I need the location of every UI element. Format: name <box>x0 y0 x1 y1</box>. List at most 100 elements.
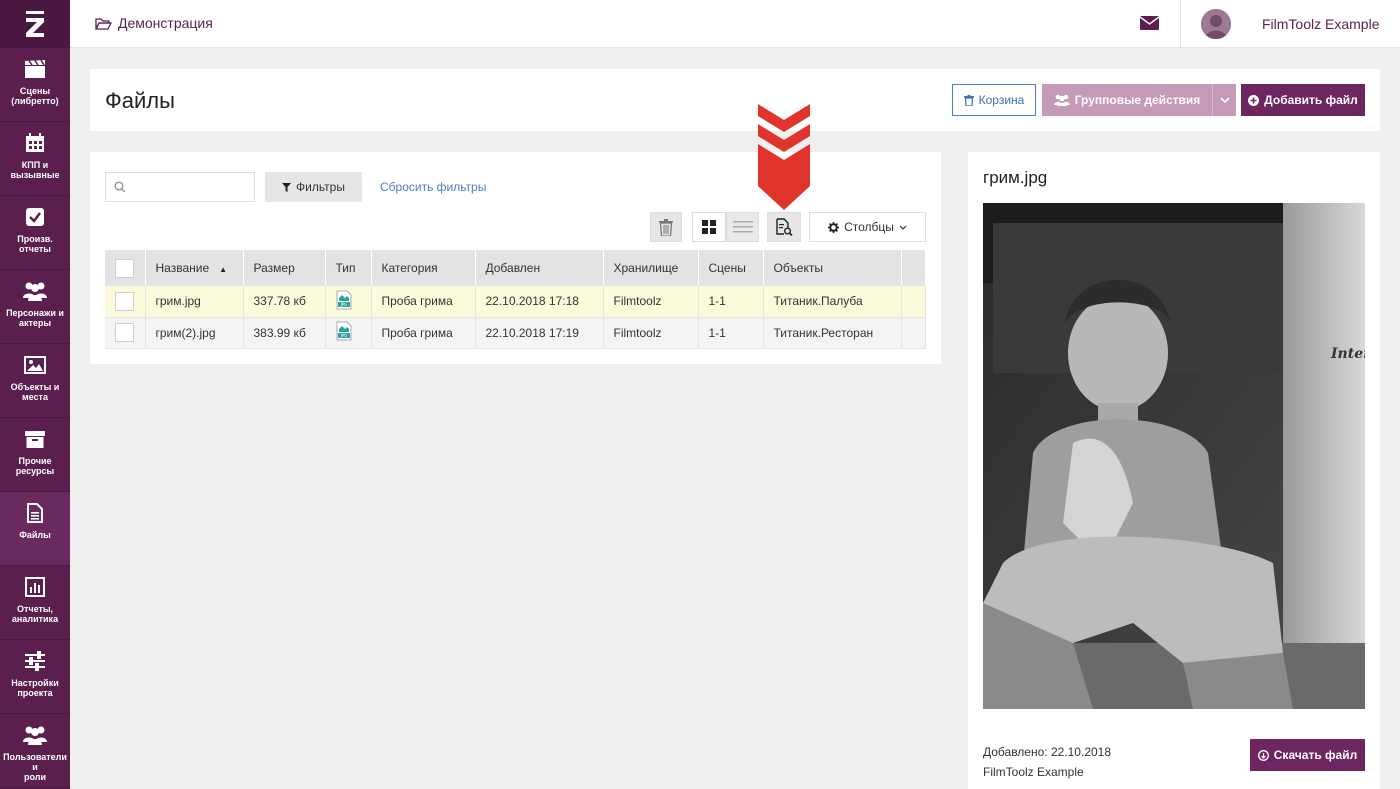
cell-spacer <box>901 286 926 318</box>
image-icon <box>24 356 46 374</box>
download-label: Скачать файл <box>1273 748 1358 762</box>
column-header-category[interactable]: Категория <box>371 250 476 286</box>
select-all-checkbox[interactable] <box>115 258 134 278</box>
cell-objects: Титаник.Палуба <box>763 286 902 318</box>
add-file-button[interactable]: Добавить файл <box>1241 84 1365 116</box>
delete-button[interactable] <box>650 212 682 242</box>
reset-filters-link[interactable]: Сбросить фильтры <box>380 180 486 194</box>
preview-added-date: Добавлено: 22.10.2018 <box>983 745 1112 759</box>
breadcrumb-project[interactable]: Демонстрация <box>118 15 213 31</box>
sidebar-item-reports[interactable]: Произв. отчеты <box>0 196 70 270</box>
trash-icon <box>963 94 974 106</box>
add-file-label: Добавить файл <box>1264 93 1358 107</box>
sidebar-item-analytics[interactable]: Отчеты, аналитика <box>0 566 70 640</box>
table-row[interactable]: грим.jpg 337.78 кб JPG Проба грима 22.10… <box>105 286 926 318</box>
bar-chart-icon <box>25 577 45 597</box>
sidebar-item-label: Произв. отчеты <box>17 234 53 254</box>
cell-added: 22.10.2018 17:18 <box>475 286 604 318</box>
column-header-storage[interactable]: Хранилище <box>603 250 699 286</box>
sort-asc-icon: ▲ <box>219 265 228 274</box>
gear-icon <box>828 221 840 233</box>
sidebar-item-objects[interactable]: Объекты и места <box>0 344 70 418</box>
cell-size: 337.78 кб <box>243 286 326 318</box>
topbar: Демонстрация FilmToolz Example <box>70 0 1400 48</box>
app-logo[interactable] <box>0 0 70 48</box>
group-actions-dropdown[interactable] <box>1212 84 1236 116</box>
trash-icon <box>659 218 673 236</box>
sidebar-item-users[interactable]: Пользователи и роли <box>0 714 70 788</box>
download-circle-icon <box>1257 749 1269 761</box>
jpg-file-icon: JPG <box>336 321 351 341</box>
archive-box-icon <box>25 431 45 448</box>
checkbox-icon <box>26 208 44 226</box>
sidebar: Сцены (либретто) КПП и вызывные Произв. … <box>0 0 70 789</box>
search-icon <box>114 181 126 193</box>
filters-button[interactable]: Фильтры <box>265 172 362 202</box>
folder-open-icon <box>95 17 112 30</box>
chevron-down-icon <box>1219 97 1230 103</box>
breadcrumb[interactable]: Демонстрация <box>95 15 213 31</box>
sliders-icon <box>25 651 45 671</box>
cell-storage: Filmtoolz <box>603 286 699 318</box>
cell-type: JPG <box>325 286 372 318</box>
svg-text:JPG: JPG <box>339 302 347 307</box>
file-preview-panel: грим.jpg Inter <box>968 152 1380 789</box>
sidebar-item-resources[interactable]: Прочие ресурсы <box>0 418 70 492</box>
column-label: Название <box>155 261 210 275</box>
preview-title: грим.jpg <box>983 168 1048 187</box>
column-header-scenes[interactable]: Сцены <box>698 250 764 286</box>
photo-text: Inter <box>1330 346 1365 362</box>
list-view-toggle[interactable] <box>726 212 759 242</box>
avatar[interactable] <box>1201 9 1231 39</box>
search-input[interactable] <box>105 172 255 202</box>
list-icon <box>732 221 753 233</box>
preview-author: FilmToolz Example <box>983 765 1084 779</box>
columns-label: Столбцы <box>844 220 894 234</box>
red-arrow-marker-icon <box>758 104 810 210</box>
sidebar-item-label: Файлы <box>19 530 51 540</box>
cell-name: грим(2).jpg <box>145 317 244 349</box>
chevron-down-icon <box>899 225 907 230</box>
column-header-name[interactable]: Название ▲ <box>145 250 244 286</box>
file-text-icon <box>27 503 43 523</box>
grid-icon <box>702 220 716 234</box>
grid-view-toggle[interactable] <box>692 212 726 242</box>
sidebar-item-label: Отчеты, аналитика <box>11 604 59 624</box>
row-checkbox[interactable] <box>115 291 134 311</box>
trash-button[interactable]: Корзина <box>952 84 1036 116</box>
cell-spacer <box>901 317 926 349</box>
calendar-icon <box>26 133 44 152</box>
filters-label: Фильтры <box>296 180 345 194</box>
group-actions-button[interactable]: Групповые действия <box>1042 84 1212 116</box>
cell-storage: Filmtoolz <box>603 317 699 349</box>
cell-size: 383.99 кб <box>243 317 326 349</box>
column-header-objects[interactable]: Объекты <box>763 250 902 286</box>
download-file-button[interactable]: Скачать файл <box>1250 739 1365 771</box>
preview-toggle[interactable] <box>767 212 801 242</box>
sidebar-item-scenes[interactable]: Сцены (либретто) <box>0 48 70 122</box>
mail-button[interactable] <box>1139 16 1160 35</box>
logo-z-icon <box>26 11 44 37</box>
topbar-divider <box>1180 0 1181 48</box>
sidebar-item-checkpoints[interactable]: КПП и вызывные <box>0 122 70 196</box>
users-roles-icon <box>23 726 47 745</box>
cell-scenes: 1-1 <box>698 317 764 349</box>
sidebar-item-settings[interactable]: Настройки проекта <box>0 640 70 714</box>
sidebar-item-characters[interactable]: Персонажи и актеры <box>0 270 70 344</box>
preview-image[interactable]: Inter <box>983 203 1365 709</box>
username[interactable]: FilmToolz Example <box>1262 16 1379 32</box>
column-header-size[interactable]: Размер <box>243 250 326 286</box>
page-header: Файлы Корзина Групповые действия Добавит… <box>90 69 1380 131</box>
filter-icon <box>282 182 292 192</box>
column-header-added[interactable]: Добавлен <box>475 250 604 286</box>
columns-dropdown[interactable]: Столбцы <box>809 212 926 242</box>
cell-type: JPG <box>325 317 372 349</box>
cell-category: Проба грима <box>371 317 476 349</box>
cell-objects: Титаник.Ресторан <box>763 317 902 349</box>
cell-scenes: 1-1 <box>698 286 764 318</box>
select-all-cell <box>105 250 146 286</box>
sidebar-item-files[interactable]: Файлы <box>0 492 70 566</box>
row-checkbox[interactable] <box>115 323 134 342</box>
table-row[interactable]: грим(2).jpg 383.99 кб JPG Проба грима 22… <box>105 317 926 349</box>
column-header-type[interactable]: Тип <box>325 250 372 286</box>
